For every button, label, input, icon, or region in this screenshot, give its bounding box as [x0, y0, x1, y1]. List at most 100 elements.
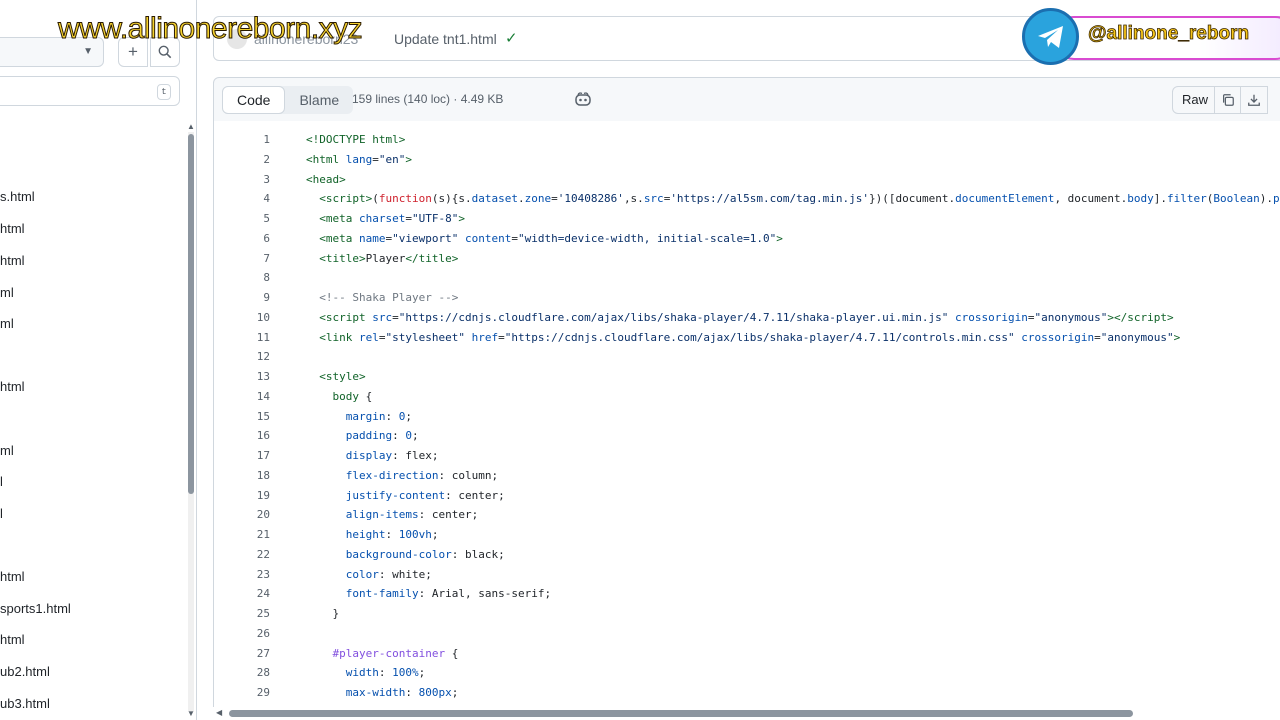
line-number[interactable]: 1: [214, 130, 270, 150]
code-viewer[interactable]: 1 <!DOCTYPE html> 2 <html lang="en"> 3 <head>…: [213, 121, 1280, 720]
line-number[interactable]: 5: [214, 209, 270, 229]
line-number[interactable]: 13: [214, 367, 270, 387]
scrollbar-thumb[interactable]: [188, 134, 194, 494]
scroll-down-icon[interactable]: ▼: [187, 709, 195, 718]
tab-blame[interactable]: Blame: [285, 86, 353, 114]
code-line: 23 color: white;: [214, 565, 1280, 585]
line-source: display: flex;: [345, 449, 439, 462]
line-source: flex-direction: column;: [345, 468, 499, 482]
line-number[interactable]: 27: [214, 644, 270, 664]
file-tree-item[interactable]: html: [0, 566, 25, 588]
copilot-icon[interactable]: [574, 91, 592, 107]
code-line: 5 <meta charset="UTF-8">: [214, 209, 1280, 229]
telegram-icon: [1022, 8, 1079, 65]
line-source: <script>(function(s){s.dataset.zone='104…: [319, 192, 1280, 206]
line-number[interactable]: 12: [214, 347, 270, 367]
code-line: 19 justify-content: center;: [214, 486, 1280, 506]
scrollbar-thumb[interactable]: [229, 710, 1133, 717]
scroll-up-icon[interactable]: ▲: [187, 122, 195, 131]
line-source: <link rel="stylesheet" href="https://cdn…: [319, 330, 1181, 344]
line-number[interactable]: 23: [214, 565, 270, 585]
line-number[interactable]: 22: [214, 545, 270, 565]
commit-message[interactable]: Update tnt1.html: [394, 31, 497, 47]
download-raw-button[interactable]: [1240, 86, 1268, 114]
line-number[interactable]: 21: [214, 525, 270, 545]
raw-button[interactable]: Raw: [1172, 86, 1218, 114]
code-line: 22 background-color: black;: [214, 545, 1280, 565]
line-number[interactable]: 6: [214, 229, 270, 249]
file-tree-item[interactable]: l: [0, 471, 3, 493]
chevron-down-icon: ▼: [83, 46, 93, 57]
file-tree-item[interactable]: l: [0, 503, 3, 525]
line-number[interactable]: 11: [214, 328, 270, 348]
line-number[interactable]: 14: [214, 387, 270, 407]
code-horizontal-scrollbar[interactable]: ◀: [213, 707, 1280, 720]
telegram-handle: @allinone_reborn: [1088, 23, 1250, 45]
line-number[interactable]: 25: [214, 604, 270, 624]
line-source: margin: 0;: [345, 409, 412, 423]
code-line: 26: [214, 624, 1280, 644]
line-number[interactable]: 2: [214, 150, 270, 170]
line-number[interactable]: 7: [214, 249, 270, 269]
line-source: <meta name="viewport" content="width=dev…: [319, 231, 783, 245]
file-tree-item[interactable]: sports1.html: [0, 598, 71, 620]
line-number[interactable]: 26: [214, 624, 270, 644]
tab-code[interactable]: Code: [222, 86, 286, 114]
code-line: 24 font-family: Arial, sans-serif;: [214, 584, 1280, 604]
line-source: <html lang="en">: [306, 152, 412, 166]
line-number[interactable]: 9: [214, 288, 270, 308]
download-icon: [1248, 94, 1260, 106]
line-number[interactable]: 20: [214, 505, 270, 525]
file-info: 159 lines (140 loc) · 4.49 KB: [352, 92, 504, 106]
file-tree-item[interactable]: html: [0, 218, 25, 240]
line-source: max-width: 800px;: [345, 686, 459, 699]
line-number[interactable]: 16: [214, 426, 270, 446]
go-to-file-input[interactable]: t: [0, 76, 180, 106]
file-tree-item[interactable]: ub3.html: [0, 693, 50, 715]
code-line: 29 max-width: 800px;: [214, 683, 1280, 703]
code-line: 10 <script src="https://cdnjs.cloudflare…: [214, 308, 1280, 328]
file-tree-item[interactable]: ml: [0, 282, 14, 304]
line-number[interactable]: 4: [214, 189, 270, 209]
code-line: 17 display: flex;: [214, 446, 1280, 466]
line-source: align-items: center;: [345, 508, 479, 522]
code-line: 4 <script>(function(s){s.dataset.zone='1…: [214, 189, 1280, 209]
code-line: 14 body {: [214, 387, 1280, 407]
code-line: 16 padding: 0;: [214, 426, 1280, 446]
line-number[interactable]: 17: [214, 446, 270, 466]
code-line: 2 <html lang="en">: [214, 150, 1280, 170]
line-source: <meta charset="UTF-8">: [319, 212, 465, 225]
line-number[interactable]: 3: [214, 170, 270, 190]
file-tree-sidebar: ▼ + t s.html html html ml ml html ml l l html spor…: [0, 0, 197, 720]
sidebar-scrollbar[interactable]: ▲ ▼: [186, 122, 196, 720]
line-number[interactable]: 19: [214, 486, 270, 506]
code-line: 28 width: 100%;: [214, 663, 1280, 683]
github-file-view: ▼ + t s.html html html ml ml html ml l l html spor…: [0, 0, 1280, 720]
line-number[interactable]: 24: [214, 584, 270, 604]
line-source: height: 100vh;: [345, 528, 439, 541]
line-number[interactable]: 28: [214, 663, 270, 683]
file-tree-item[interactable]: ml: [0, 313, 14, 335]
line-number[interactable]: 10: [214, 308, 270, 328]
file-tree-item[interactable]: ub2.html: [0, 661, 50, 683]
shortcut-key: t: [157, 84, 171, 100]
file-tree-item[interactable]: html: [0, 376, 25, 398]
file-tree-item[interactable]: html: [0, 629, 25, 651]
site-watermark: www.allinonereborn.xyz: [57, 12, 363, 46]
file-tree-item[interactable]: html: [0, 250, 25, 272]
line-number[interactable]: 18: [214, 466, 270, 486]
code-line: 7 <title>Player</title>: [214, 249, 1280, 269]
line-source: <script src="https://cdnjs.cloudflare.co…: [319, 310, 1174, 324]
line-number[interactable]: 15: [214, 407, 270, 427]
file-tree-item[interactable]: ml: [0, 440, 14, 462]
line-source: <!-- Shaka Player -->: [319, 291, 459, 304]
search-icon: [158, 45, 172, 59]
code-line: 3 <head>: [214, 170, 1280, 190]
line-number[interactable]: 8: [214, 268, 270, 288]
copy-raw-button[interactable]: [1214, 86, 1242, 114]
code-line: 11 <link rel="stylesheet" href="https://…: [214, 328, 1280, 348]
scroll-left-icon[interactable]: ◀: [216, 708, 222, 717]
code-line: 13 <style>: [214, 367, 1280, 387]
file-tree-item[interactable]: s.html: [0, 186, 35, 208]
line-number[interactable]: 29: [214, 683, 270, 703]
